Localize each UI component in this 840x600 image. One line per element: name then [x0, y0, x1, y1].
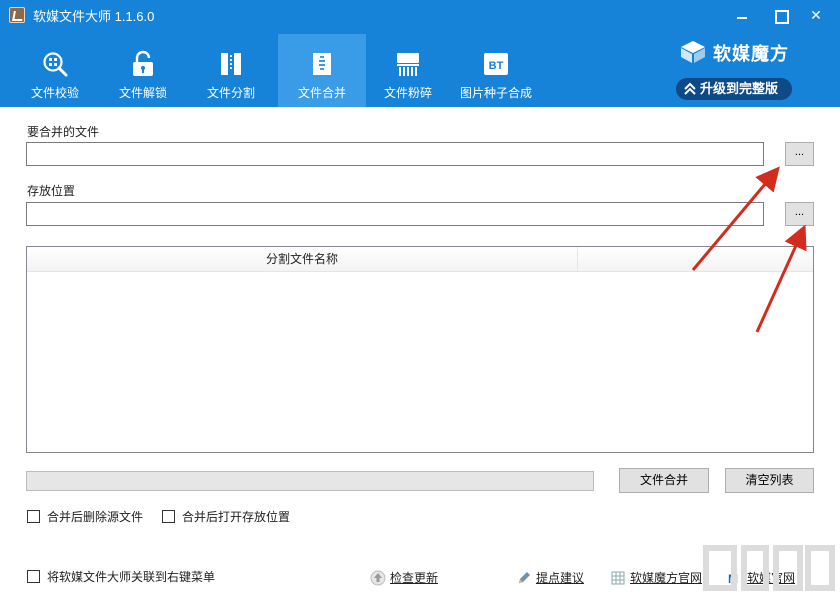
- update-icon: [370, 570, 386, 586]
- brand-name: 软媒魔方: [713, 44, 789, 64]
- merge-files-button[interactable]: 文件合并: [619, 468, 709, 493]
- bt-icon: BT: [484, 53, 508, 75]
- tab-file-split[interactable]: 文件分割: [187, 34, 275, 107]
- app-logo-icon: [9, 7, 25, 23]
- header-bar: 软媒文件大师 1.1.6.0 ✕ 文件校验 文件解锁 文件分割 文件合并 文件粉…: [0, 0, 840, 107]
- check-update-label: 检查更新: [390, 571, 439, 585]
- save-location-label: 存放位置: [27, 184, 76, 198]
- minimize-button[interactable]: [728, 2, 756, 28]
- close-button[interactable]: ✕: [802, 2, 830, 28]
- browse-merge-files-button[interactable]: ...: [785, 142, 814, 166]
- tab-label: 文件粉碎: [383, 86, 432, 100]
- checkbox-box[interactable]: [27, 510, 40, 523]
- window-title: 软媒文件大师 1.1.6.0: [33, 9, 155, 24]
- tab-file-verify[interactable]: 文件校验: [11, 34, 99, 107]
- merge-files-input[interactable]: [26, 142, 764, 166]
- upgrade-label: 升级到完整版: [700, 81, 779, 96]
- brand-logo[interactable]: 软媒魔方: [680, 38, 830, 66]
- context-menu-label: 将软媒文件大师关联到右键菜单: [47, 570, 216, 584]
- feedback-label: 提点建议: [536, 571, 585, 585]
- title-bar: 软媒文件大师 1.1.6.0 ✕: [0, 0, 840, 30]
- upgrade-chevron-icon: [684, 82, 696, 95]
- check-update-link[interactable]: 检查更新: [370, 569, 438, 587]
- tab-label: 文件校验: [30, 86, 79, 100]
- tab-label: 文件合并: [297, 86, 346, 100]
- mofang-site-icon: [611, 571, 625, 585]
- merge-files-label: 要合并的文件: [27, 125, 100, 139]
- watermark-graphic: [703, 545, 835, 591]
- mofang-site-label: 软媒魔方官网: [630, 571, 703, 585]
- tab-label: 图片种子合成: [459, 86, 532, 100]
- tab-bt-image[interactable]: BT 图片种子合成: [452, 34, 540, 107]
- svg-text:BT: BT: [489, 60, 504, 72]
- merge-progress-bar: [26, 471, 594, 491]
- mofang-site-link[interactable]: 软媒魔方官网: [610, 569, 702, 587]
- delete-source-checkbox[interactable]: 合并后删除源文件: [27, 509, 143, 525]
- delete-source-label: 合并后删除源文件: [47, 510, 144, 524]
- maximize-button[interactable]: [766, 2, 794, 28]
- tab-label: 文件解锁: [118, 86, 167, 100]
- file-split-icon: [221, 53, 241, 75]
- tab-label: 文件分割: [206, 86, 255, 100]
- watermark-logo: [700, 540, 840, 600]
- file-verify-icon: [43, 52, 68, 77]
- shredder-icon: [397, 53, 419, 76]
- clear-list-button[interactable]: 清空列表: [725, 468, 814, 493]
- checkbox-box[interactable]: [27, 570, 40, 583]
- feedback-icon: [519, 572, 530, 583]
- browse-save-location-button[interactable]: ...: [785, 202, 814, 226]
- tab-file-shred[interactable]: 文件粉碎: [364, 34, 452, 107]
- open-location-label: 合并后打开存放位置: [182, 510, 291, 524]
- mofang-cube-icon: [681, 41, 705, 63]
- tab-file-unlock[interactable]: 文件解锁: [99, 34, 187, 107]
- unlock-icon: [133, 50, 153, 76]
- save-location-input[interactable]: [26, 202, 764, 226]
- column-header-filename[interactable]: 分割文件名称: [27, 247, 578, 272]
- file-merge-icon: [313, 53, 331, 75]
- tab-file-merge[interactable]: 文件合并: [278, 34, 366, 107]
- checkbox-box[interactable]: [162, 510, 175, 523]
- list-header: 分割文件名称: [27, 247, 813, 272]
- context-menu-checkbox[interactable]: 将软媒文件大师关联到右键菜单: [27, 569, 215, 585]
- column-header-extra[interactable]: [578, 247, 813, 272]
- split-files-list[interactable]: 分割文件名称: [26, 246, 814, 453]
- feedback-link[interactable]: 提点建议: [516, 569, 584, 587]
- upgrade-button[interactable]: 升级到完整版: [676, 78, 792, 100]
- open-location-checkbox[interactable]: 合并后打开存放位置: [162, 509, 290, 525]
